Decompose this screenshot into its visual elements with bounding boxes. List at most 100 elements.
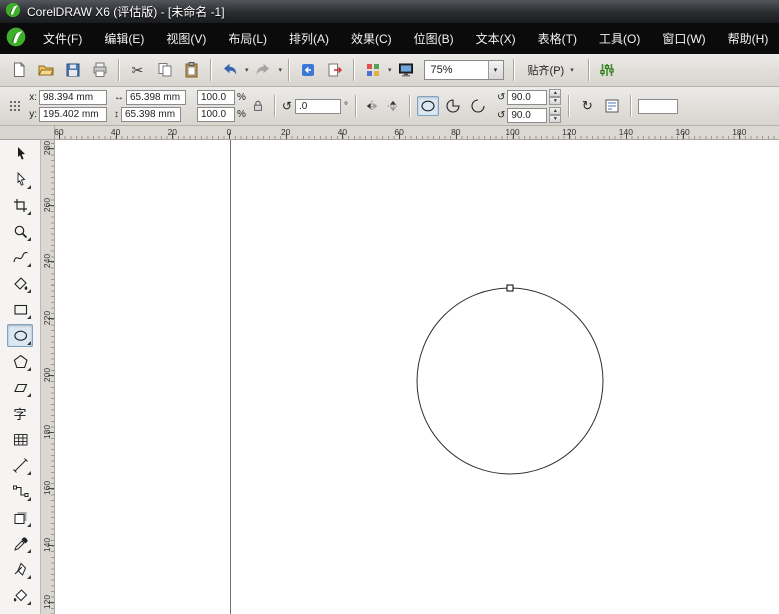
canvas[interactable] — [55, 140, 779, 614]
menu-table[interactable]: 表格(T) — [527, 22, 588, 55]
welcome-screen-button[interactable] — [394, 58, 419, 83]
scale-vertical-input[interactable]: 100.0 — [197, 107, 235, 122]
flyout-indicator — [27, 597, 31, 605]
h-ruler-label: 160 — [672, 127, 694, 137]
x-position-input[interactable]: 98.394 mm — [39, 90, 107, 105]
horizontal-ruler[interactable]: 604020020406080100120140160180 — [55, 126, 779, 140]
table-tool[interactable] — [7, 428, 33, 451]
propbar-separator — [568, 95, 569, 117]
pick-tool[interactable] — [7, 142, 33, 165]
scale-horizontal-input[interactable]: 100.0 — [197, 90, 235, 105]
vertical-ruler[interactable]: 280260240220200180160140120 — [41, 140, 55, 614]
coreldraw-logo-icon — [5, 2, 21, 21]
v-ruler-label: 280 — [41, 138, 53, 158]
ellipse-shape[interactable] — [417, 288, 603, 474]
end-angle-spin-down[interactable]: ▼ — [549, 115, 561, 123]
v-ruler-label: 240 — [41, 251, 53, 271]
connector-tool[interactable] — [7, 480, 33, 503]
flyout-indicator — [27, 233, 31, 241]
new-document-button[interactable] — [6, 58, 31, 83]
open-button[interactable] — [33, 58, 58, 83]
change-direction-button[interactable]: ↻ — [576, 96, 598, 116]
menu-bitmaps[interactable]: 位图(B) — [403, 22, 465, 55]
menu-effects[interactable]: 效果(C) — [340, 22, 403, 55]
ellipse-mode-button[interactable] — [417, 96, 439, 116]
basic-shapes-tool[interactable] — [7, 376, 33, 399]
export-button[interactable] — [322, 58, 347, 83]
h-ruler-label: 20 — [275, 127, 297, 137]
snap-to-dropdown[interactable]: 贴齐(P) ▾ — [520, 59, 582, 81]
snap-dropdown-icon: ▾ — [570, 66, 574, 74]
copy-button[interactable] — [152, 58, 177, 83]
object-width-input[interactable]: 65.398 mm — [126, 90, 186, 105]
zoom-dropdown-icon[interactable]: ▾ — [488, 61, 503, 79]
property-bar: x: 98.394 mm y: 195.402 mm ↔ 65.398 mm ↕… — [0, 87, 779, 126]
redo-button[interactable] — [251, 58, 276, 83]
flyout-indicator — [27, 571, 31, 579]
fill-tool[interactable] — [7, 584, 33, 607]
undo-button[interactable] — [217, 58, 242, 83]
end-angle-spin-up[interactable]: ▲ — [549, 107, 561, 115]
options-button[interactable] — [595, 58, 620, 83]
flyout-indicator — [27, 493, 31, 501]
import-button[interactable] — [295, 58, 320, 83]
coreldraw-menu-logo-icon[interactable] — [6, 27, 26, 50]
eyedropper-tool[interactable] — [7, 532, 33, 555]
undo-dropdown-icon[interactable]: ▾ — [245, 66, 249, 74]
shape-tool[interactable] — [7, 168, 33, 191]
menu-help[interactable]: 帮助(H) — [717, 22, 779, 55]
title-bar: CorelDRAW X6 (评估版) - [未命名 -1] — [0, 0, 779, 23]
outline-pen-tool[interactable] — [7, 558, 33, 581]
object-position-grid[interactable] — [5, 94, 25, 119]
object-height-input[interactable]: 65.398 mm — [121, 107, 181, 122]
menu-text[interactable]: 文本(X) — [465, 22, 527, 55]
ellipse-tool[interactable] — [7, 324, 33, 347]
h-ruler-label: 120 — [558, 127, 580, 137]
shape-node-handle[interactable] — [507, 285, 513, 291]
menu-window[interactable]: 窗口(W) — [651, 22, 716, 55]
paste-button[interactable] — [179, 58, 204, 83]
text-tool[interactable]: 字 — [7, 402, 33, 425]
pie-mode-button[interactable] — [442, 96, 464, 116]
drop-shadow-tool[interactable] — [7, 506, 33, 529]
flyout-indicator — [27, 207, 31, 215]
lock-ratio-button[interactable] — [249, 98, 267, 114]
mirror-vertical-button[interactable] — [384, 98, 402, 114]
save-button[interactable] — [60, 58, 85, 83]
menu-file[interactable]: 文件(F) — [32, 22, 93, 55]
dimension-tool[interactable] — [7, 454, 33, 477]
crop-tool[interactable] — [7, 194, 33, 217]
outline-width-select[interactable] — [638, 99, 678, 114]
arc-mode-button[interactable] — [467, 96, 489, 116]
menu-view[interactable]: 视图(V) — [155, 22, 217, 55]
y-position-input[interactable]: 195.402 mm — [39, 107, 107, 122]
redo-dropdown-icon[interactable]: ▾ — [279, 66, 283, 74]
menu-layout[interactable]: 布局(L) — [217, 22, 278, 55]
application-launcher-button[interactable] — [360, 58, 385, 83]
launcher-dropdown-icon[interactable]: ▾ — [388, 66, 392, 74]
mirror-horizontal-button[interactable] — [363, 98, 381, 114]
freehand-tool[interactable] — [7, 246, 33, 269]
end-angle-input[interactable]: 90.0 — [507, 108, 547, 123]
start-angle-spin-up[interactable]: ▲ — [549, 89, 561, 97]
zoom-level-select[interactable]: 75% ▾ — [424, 60, 504, 80]
propbar-separator — [355, 95, 356, 117]
flyout-indicator — [27, 337, 31, 345]
start-angle-spin-down[interactable]: ▼ — [549, 97, 561, 105]
cut-button[interactable]: ✂ — [125, 58, 150, 83]
toolbar-separator — [118, 59, 119, 81]
zoom-tool[interactable] — [7, 220, 33, 243]
start-angle-input[interactable]: 90.0 — [507, 90, 547, 105]
smart-fill-tool[interactable] — [7, 272, 33, 295]
rotation-angle-input[interactable]: .0 — [295, 99, 341, 114]
menu-tools[interactable]: 工具(O) — [588, 22, 651, 55]
print-button[interactable] — [87, 58, 112, 83]
polygon-tool[interactable] — [7, 350, 33, 373]
menu-arrange[interactable]: 排列(A) — [278, 22, 340, 55]
zoom-level-value: 75% — [425, 61, 488, 79]
rectangle-tool[interactable] — [7, 298, 33, 321]
menu-edit[interactable]: 编辑(E) — [93, 22, 155, 55]
end-angle-icon: ↺ — [497, 110, 505, 121]
scissors-icon: ✂ — [132, 63, 144, 77]
wrap-text-button[interactable] — [601, 96, 623, 116]
